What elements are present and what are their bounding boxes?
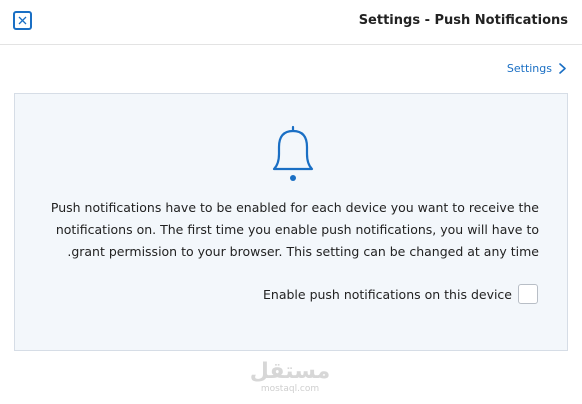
bell-icon: [272, 125, 314, 181]
watermark-logo-text: مستقل: [249, 359, 331, 384]
push-notifications-panel: Push notifications have to be enabled fo…: [14, 93, 568, 351]
description-line: .grant permission to your browser. This …: [67, 244, 539, 259]
description-line: Push notifications have to be enabled fo…: [50, 200, 539, 215]
enable-push-row: Enable push notifications on this device: [263, 284, 538, 304]
breadcrumb-label: Settings: [506, 62, 552, 75]
enable-push-label: Enable push notifications on this device: [263, 286, 512, 302]
header-bar: Settings - Push Notifications: [0, 0, 582, 45]
description-line: notifications on. The first time you ena…: [55, 222, 539, 237]
close-icon: [18, 16, 27, 25]
enable-push-checkbox[interactable]: [518, 284, 538, 304]
watermark-logo: مستقل mostaql.com: [249, 360, 331, 395]
chevron-right-icon: [559, 63, 566, 74]
watermark-subtext: mostaql.com: [260, 384, 320, 394]
close-button[interactable]: [13, 11, 32, 30]
page-title: Settings - Push Notifications: [358, 13, 568, 28]
push-notifications-description: Push notifications have to be enabled fo…: [35, 197, 539, 263]
breadcrumb-settings-link[interactable]: Settings: [507, 62, 566, 75]
